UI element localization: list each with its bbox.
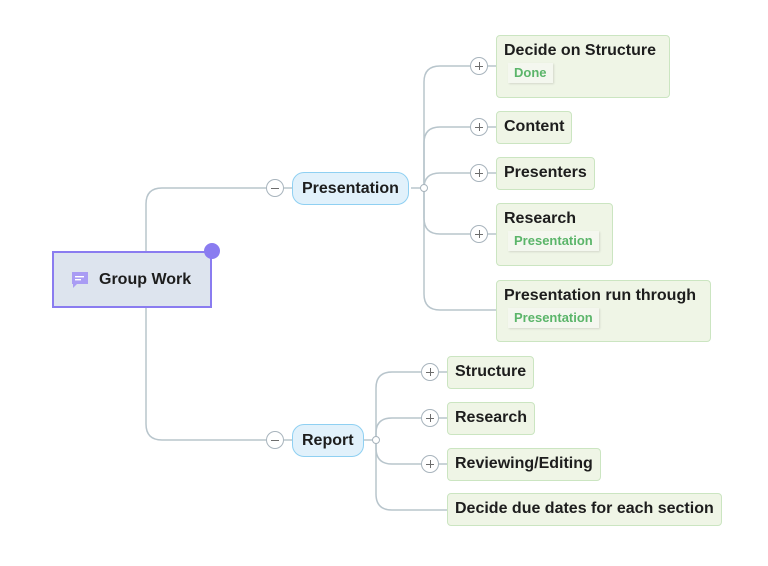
connector-presentation-research: [423, 188, 470, 235]
connector-presentation-presenters: [423, 172, 470, 189]
label-tag: Done: [508, 63, 553, 83]
sub-topic-label: Decide due dates for each section: [455, 500, 714, 517]
connection-handle[interactable]: [204, 243, 220, 259]
main-topic-label: Report: [302, 431, 354, 449]
expand-toggle-structure[interactable]: [421, 363, 439, 381]
sub-topic-presenters[interactable]: Presenters: [496, 157, 595, 190]
comment-icon: [70, 270, 90, 290]
sub-topic-label: Research: [455, 409, 528, 426]
expand-toggle-decide-on-structure[interactable]: [470, 57, 488, 75]
central-topic[interactable]: Group Work: [52, 243, 220, 308]
sub-topic-decide-due-dates[interactable]: Decide due dates for each section: [447, 493, 722, 526]
connector-report-reviewing: [375, 440, 421, 465]
sub-topic-structure[interactable]: Structure: [447, 356, 535, 389]
main-topic-presentation[interactable]: Presentation: [292, 172, 409, 205]
main-topic-label: Presentation: [302, 179, 399, 197]
connector-report-research: [375, 417, 421, 440]
sub-topic-presentation-run-through[interactable]: Presentation run through Presentation: [496, 280, 711, 342]
branch-junction: [372, 436, 380, 444]
branch-junction: [420, 184, 428, 192]
sub-topic-decide-on-structure[interactable]: Decide on Structure Done: [496, 35, 670, 98]
connector-central-presentation: [145, 187, 266, 251]
connector-central-report: [145, 308, 266, 441]
connector-presentation-content: [423, 126, 470, 188]
sub-topic-research[interactable]: Research Presentation: [496, 203, 613, 266]
sub-topic-label: Decide on Structure: [504, 42, 657, 59]
sub-topic-label: Presentation run through: [504, 287, 696, 304]
expand-toggle-content[interactable]: [470, 118, 488, 136]
collapse-toggle-report[interactable]: [266, 431, 284, 449]
sub-topic-reviewing-editing[interactable]: Reviewing/Editing: [447, 448, 601, 481]
expand-toggle-reviewing-editing[interactable]: [421, 455, 439, 473]
sub-topic-label: Research: [504, 210, 577, 227]
sub-topic-label: Presenters: [504, 164, 587, 181]
sub-topic-research-report[interactable]: Research: [447, 402, 536, 435]
expand-toggle-presenters[interactable]: [470, 164, 488, 182]
connector-report-duedates: [375, 440, 447, 511]
sub-topic-label: Reviewing/Editing: [455, 455, 593, 472]
sub-topic-label: Structure: [455, 363, 527, 380]
expand-toggle-research[interactable]: [470, 225, 488, 243]
connector-presentation-runthrough: [423, 188, 496, 311]
label-tag: Presentation: [508, 308, 599, 328]
connector-report-structure: [375, 371, 421, 440]
sub-topic-content[interactable]: Content: [496, 111, 573, 144]
mindmap-canvas: Group Work Presentation Decide on Struct…: [0, 0, 768, 566]
central-topic-label: Group Work: [99, 270, 192, 288]
expand-toggle-research-report[interactable]: [421, 409, 439, 427]
main-topic-report[interactable]: Report: [292, 424, 364, 457]
sub-topic-label: Content: [504, 118, 565, 135]
connector-presentation-decide: [423, 65, 470, 188]
collapse-toggle-presentation[interactable]: [266, 179, 284, 197]
label-tag: Presentation: [508, 231, 599, 251]
